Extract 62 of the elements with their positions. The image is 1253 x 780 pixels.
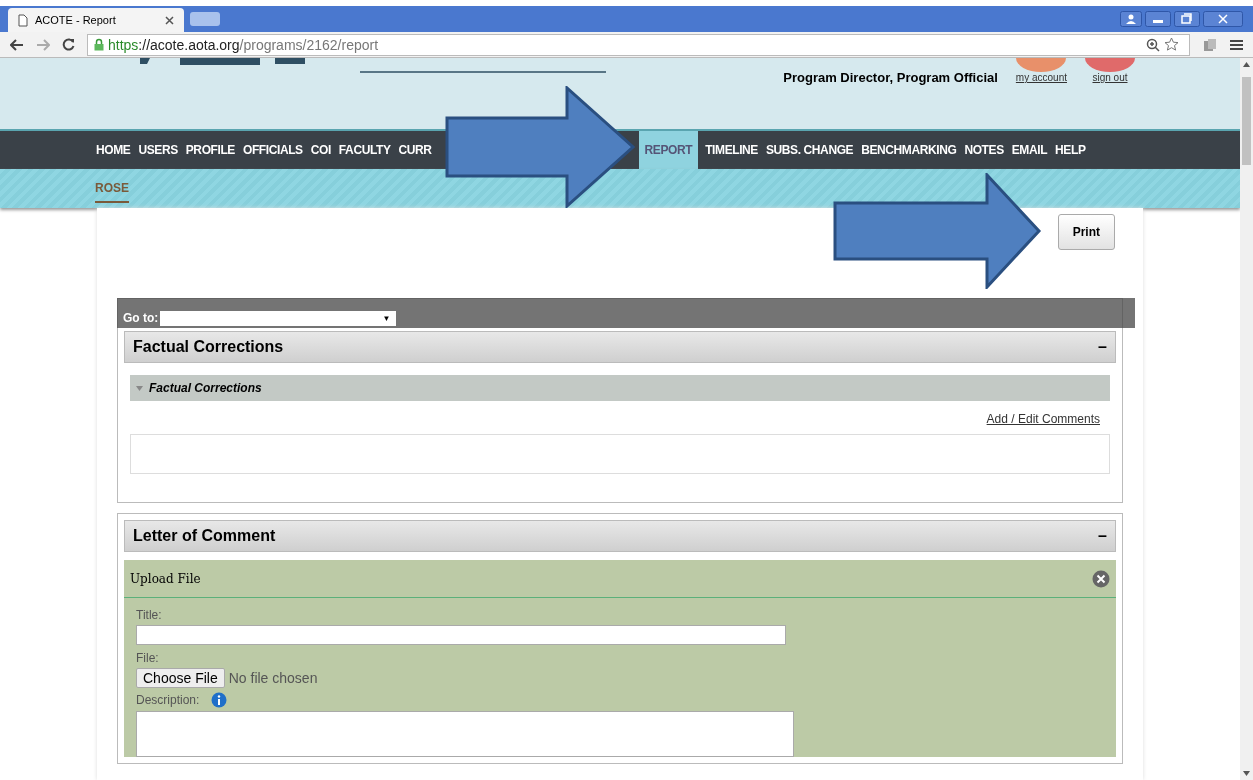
- reload-icon[interactable]: [62, 38, 75, 51]
- choose-file-button[interactable]: Choose File: [136, 668, 225, 688]
- user-icon[interactable]: [1120, 11, 1142, 27]
- zoom-icon[interactable]: [1146, 37, 1160, 52]
- nav-item[interactable]: PROFILE: [184, 131, 236, 169]
- arrow-icon: [833, 173, 1043, 289]
- scroll-up-icon[interactable]: [1243, 62, 1250, 67]
- nav-item[interactable]: HOME: [95, 131, 132, 169]
- header-link[interactable]: my account: [1015, 72, 1067, 83]
- goto-label: Go to:: [123, 311, 159, 325]
- arrow-icon: [445, 86, 635, 208]
- collapse-toggle[interactable]: –: [1098, 527, 1107, 545]
- subnav-item[interactable]: ROSE: [95, 174, 129, 203]
- section-title: Letter of Comment: [133, 527, 276, 545]
- nav-item[interactable]: COI: [309, 131, 332, 169]
- back-icon[interactable]: [10, 38, 24, 51]
- subsection-header[interactable]: Factual Corrections: [130, 375, 1110, 401]
- lock-icon: [94, 38, 104, 51]
- user-roles: Program Director, Program Official: [783, 70, 998, 85]
- nav-item[interactable]: EMAIL: [1010, 131, 1049, 169]
- browser-tab[interactable]: ACOTE - Report: [8, 8, 184, 32]
- minimize-icon[interactable]: [1145, 11, 1171, 27]
- info-icon[interactable]: [211, 692, 228, 708]
- document-icon: [18, 13, 28, 27]
- nav-item[interactable]: REPORT: [638, 131, 699, 169]
- nav-item[interactable]: BENCHMARKING: [860, 131, 958, 169]
- add-edit-comments-link[interactable]: Add / Edit Comments: [986, 412, 1100, 426]
- address-bar[interactable]: https://acote.aota.org/programs/2162/report: [87, 33, 1190, 56]
- extension-icon[interactable]: [1202, 36, 1218, 53]
- nav-item[interactable]: SUBS. CHANGE: [765, 131, 855, 169]
- description-field[interactable]: [136, 711, 794, 757]
- header-link[interactable]: sign out: [1092, 72, 1128, 83]
- close-icon[interactable]: [1203, 11, 1243, 27]
- nav-item[interactable]: FACULTY: [337, 131, 392, 169]
- menu-icon[interactable]: [1230, 38, 1243, 51]
- print-button[interactable]: Print: [1057, 214, 1115, 250]
- star-icon[interactable]: [1164, 37, 1179, 52]
- upload-title: Upload File: [130, 571, 201, 586]
- field-label: File:: [136, 651, 159, 665]
- scrollbar-thumb[interactable]: [1242, 77, 1251, 165]
- nav-item[interactable]: NOTES: [963, 131, 1005, 169]
- nav-item[interactable]: HELP: [1054, 131, 1087, 169]
- close-icon[interactable]: [165, 15, 174, 25]
- nav-item[interactable]: CURR: [397, 131, 433, 169]
- tab-title: ACOTE - Report: [35, 14, 117, 26]
- triangle-icon: [136, 385, 143, 391]
- nav-item[interactable]: TIMELINE: [704, 131, 759, 169]
- nav-item[interactable]: USERS: [137, 131, 179, 169]
- nav-item[interactable]: OFFICIALS: [241, 131, 304, 169]
- subsection-title: Factual Corrections: [149, 381, 262, 395]
- field-label: Description:: [136, 693, 200, 707]
- field-label: Title:: [136, 608, 162, 622]
- collapse-toggle[interactable]: –: [1098, 338, 1107, 356]
- section-header[interactable]: Letter of Comment –: [124, 520, 1116, 552]
- close-icon[interactable]: [1092, 569, 1110, 588]
- file-status: No file chosen: [228, 670, 318, 686]
- title-field[interactable]: [136, 625, 786, 645]
- section-title: Factual Corrections: [133, 338, 284, 356]
- goto-select[interactable]: ▼: [160, 311, 397, 326]
- section-header[interactable]: Factual Corrections –: [124, 331, 1116, 363]
- scroll-down-icon[interactable]: [1243, 771, 1250, 776]
- restore-icon[interactable]: [1174, 11, 1200, 27]
